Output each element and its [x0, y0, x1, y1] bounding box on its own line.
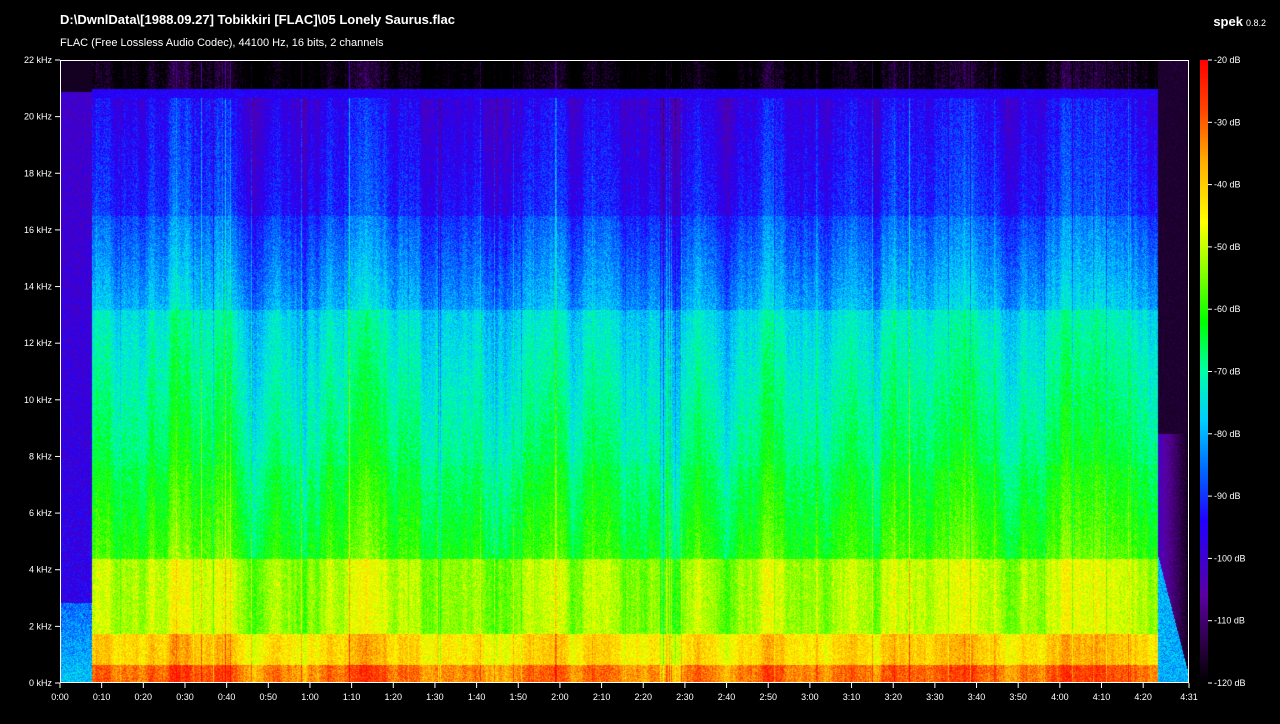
frequency-tick-label: 12 kHz: [24, 338, 53, 348]
frequency-tick-label: 14 kHz: [24, 282, 53, 292]
time-tick-label: 2:40: [718, 692, 736, 702]
db-tick-label: -30 dB: [1214, 117, 1241, 127]
db-tick-label: -120 dB: [1214, 678, 1246, 688]
time-tick-label: 1:50: [510, 692, 528, 702]
db-tick-label: -80 dB: [1214, 429, 1241, 439]
time-tick-label: 3:20: [884, 692, 902, 702]
db-tick-label: -70 dB: [1214, 367, 1241, 377]
frequency-tick-label: 22 kHz: [24, 55, 53, 65]
db-tick-label: -60 dB: [1214, 304, 1241, 314]
time-tick-label: 0:40: [218, 692, 236, 702]
time-tick-label: 1:40: [468, 692, 486, 702]
time-tick-label: 4:20: [1134, 692, 1152, 702]
db-tick-label: -50 dB: [1214, 242, 1241, 252]
frequency-tick-label: 0 kHz: [29, 678, 53, 688]
frequency-tick-label: 6 kHz: [29, 508, 53, 518]
axes: 0 kHz 2 kHz 4 kHz 6 kHz 8 kHz 10 kHz 12 kHz 14 …: [24, 55, 1246, 702]
frequency-tick-label: 16 kHz: [24, 225, 53, 235]
time-tick-label: 3:50: [1009, 692, 1027, 702]
frequency-tick-label: 18 kHz: [24, 168, 53, 178]
time-tick-label: 1:20: [385, 692, 403, 702]
time-tick-label: 2:10: [593, 692, 611, 702]
time-tick-label: 4:31: [1180, 692, 1198, 702]
frequency-tick-label: 4 kHz: [29, 565, 53, 575]
db-tick-label: -100 dB: [1214, 553, 1246, 563]
frequency-tick-label: 2 kHz: [29, 621, 53, 631]
db-tick-label: -40 dB: [1214, 180, 1241, 190]
time-tick-label: 3:40: [968, 692, 986, 702]
time-tick-label: 4:00: [1051, 692, 1069, 702]
time-tick-label: 3:10: [843, 692, 861, 702]
time-tick-label: 1:10: [343, 692, 361, 702]
time-tick-label: 2:00: [551, 692, 569, 702]
db-tick-label: -20 dB: [1214, 55, 1241, 65]
time-tick-label: 0:20: [135, 692, 153, 702]
time-tick-label: 2:20: [634, 692, 652, 702]
time-tick-label: 0:10: [93, 692, 111, 702]
time-tick-label: 2:50: [759, 692, 777, 702]
time-tick-label: 1:30: [426, 692, 444, 702]
time-tick-label: 1:00: [301, 692, 319, 702]
time-tick-label: 2:30: [676, 692, 694, 702]
db-tick-label: -110 dB: [1214, 616, 1245, 626]
db-tick-label: -90 dB: [1214, 491, 1241, 501]
time-tick-label: 0:50: [260, 692, 278, 702]
frequency-tick-label: 10 kHz: [24, 395, 53, 405]
frequency-tick-label: 20 kHz: [24, 112, 53, 122]
time-tick-label: 3:00: [801, 692, 819, 702]
frequency-tick-label: 8 kHz: [29, 451, 53, 461]
time-tick-label: 0:30: [176, 692, 194, 702]
time-tick-label: 3:30: [926, 692, 944, 702]
time-tick-label: 0:00: [51, 692, 69, 702]
time-tick-label: 4:10: [1093, 692, 1111, 702]
